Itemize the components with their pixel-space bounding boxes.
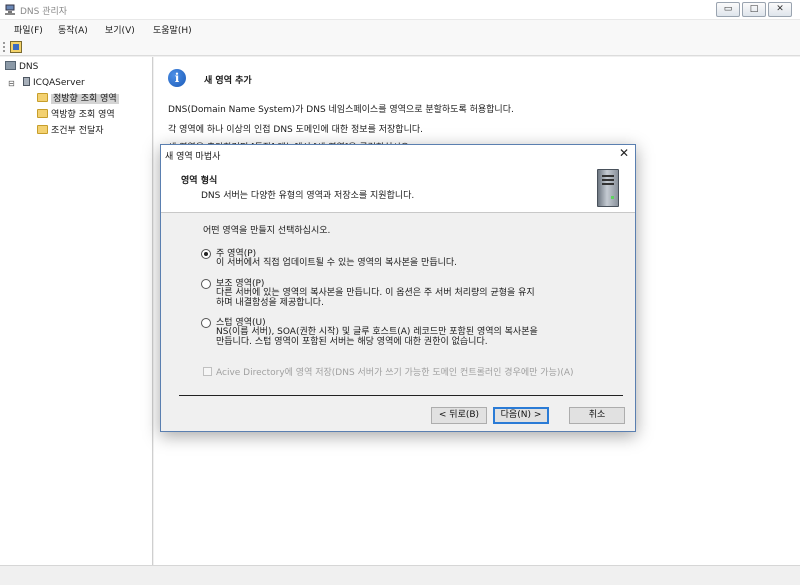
tree-node-forward-lookup[interactable]: 정방향 조회 영역	[37, 92, 119, 106]
status-bar	[0, 565, 800, 585]
back-button[interactable]: < 뒤로(B)	[431, 407, 487, 424]
option-desc: 다른 서버에 있는 영역의 복사본을 만듭니다. 이 옵션은 주 서버 처리량의…	[216, 288, 535, 308]
wizard-header-desc: DNS 서버는 다양한 유형의 영역과 저장소를 지원합니다.	[201, 191, 415, 201]
folder-icon	[37, 93, 48, 102]
radio-stub-zone[interactable]	[201, 318, 211, 328]
console-tree: DNS ⊟ ICQAServer 정방향 조회 영역 역방향 조회 영역 조건부…	[0, 57, 153, 565]
collapse-icon[interactable]: ⊟	[8, 79, 15, 88]
window-title: DNS 관리자	[20, 7, 68, 17]
close-icon[interactable]: ✕	[619, 146, 629, 160]
option-desc: NS(이름 서버), SOA(권한 시작) 및 글루 호스트(A) 레코드만 포…	[216, 327, 538, 347]
minimize-button[interactable]: ▭	[716, 2, 740, 17]
dns-icon	[5, 61, 16, 70]
pane-text-2: 각 영역에 하나 이상의 인접 DNS 도메인에 대한 정보를 저장합니다.	[168, 125, 423, 135]
radio-primary-zone[interactable]	[201, 249, 211, 259]
pane-text-1: DNS(Domain Name System)가 DNS 네임스페이스를 영역으…	[168, 105, 514, 115]
next-button[interactable]: 다음(N) >	[493, 407, 549, 424]
divider	[179, 395, 623, 396]
folder-icon	[37, 125, 48, 134]
checkbox-label: Acive Directory에 영역 저장(DNS 서버가 쓰기 가능한 도메…	[216, 368, 574, 378]
dns-manager-icon	[4, 4, 16, 16]
dialog-title-bar: 새 영역 마법사 ✕	[161, 145, 635, 163]
toolbar	[0, 38, 800, 56]
tree-node-server[interactable]: ICQAServer	[23, 76, 85, 90]
store-in-ad-checkbox[interactable]: Acive Directory에 영역 저장(DNS 서버가 쓰기 가능한 도메…	[203, 365, 574, 378]
menu-help[interactable]: 도움말(H)	[153, 23, 192, 36]
zone-type-question: 어떤 영역을 만들지 선택하십시오.	[203, 226, 331, 236]
toolbar-grip	[3, 42, 5, 52]
menu-file[interactable]: 파일(F)	[14, 23, 43, 36]
tree-node-conditional-forwarders[interactable]: 조건부 전달자	[37, 124, 104, 138]
server-tower-icon	[597, 169, 619, 207]
menu-view[interactable]: 보기(V)	[105, 23, 135, 36]
folder-icon	[37, 109, 48, 118]
dialog-title: 새 영역 마법사	[165, 152, 221, 162]
option-desc: 이 서버에서 직접 업데이트될 수 있는 영역의 복사본을 만듭니다.	[216, 258, 458, 268]
menu-action[interactable]: 동작(A)	[58, 23, 88, 36]
cancel-button[interactable]: 취소	[569, 407, 625, 424]
menu-bar: 파일(F) 동작(A) 보기(V) 도움말(H)	[0, 20, 800, 38]
tree-node-reverse-lookup[interactable]: 역방향 조회 영역	[37, 108, 115, 122]
tree-node-dns[interactable]: DNS	[5, 60, 38, 74]
properties-icon[interactable]	[10, 41, 22, 53]
new-zone-wizard-dialog: 새 영역 마법사 ✕ 영역 형식 DNS 서버는 다양한 유형의 영역과 저장소…	[160, 144, 636, 432]
close-window-button[interactable]: ✕	[768, 2, 792, 17]
checkbox-box[interactable]	[203, 367, 212, 376]
wizard-header: 영역 형식 DNS 서버는 다양한 유형의 영역과 저장소를 지원합니다.	[161, 163, 635, 213]
radio-secondary-zone[interactable]	[201, 279, 211, 289]
title-bar: DNS 관리자 ▭ □ ✕	[0, 0, 800, 20]
maximize-button[interactable]: □	[742, 2, 766, 17]
wizard-header-title: 영역 형식	[181, 176, 218, 186]
server-icon	[23, 77, 30, 86]
pane-heading: 새 영역 추가	[204, 76, 252, 86]
info-icon: i	[168, 69, 186, 87]
